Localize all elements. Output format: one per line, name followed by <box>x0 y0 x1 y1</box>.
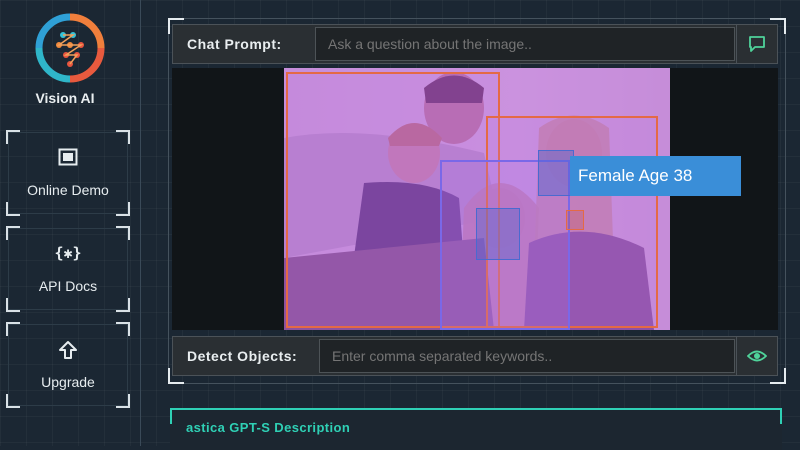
brand-name: Vision AI <box>35 90 95 106</box>
view-detections-button[interactable] <box>736 337 777 375</box>
send-chat-button[interactable] <box>736 25 777 63</box>
chat-prompt-label: Chat Prompt: <box>187 36 282 52</box>
chat-prompt-bar: Chat Prompt: <box>172 24 778 64</box>
analysis-image-area <box>172 68 778 330</box>
sidebar-item-label: API Docs <box>38 278 98 294</box>
face-box[interactable] <box>538 150 574 196</box>
face-box[interactable] <box>476 208 520 260</box>
vision-ai-logo <box>35 13 105 83</box>
sidebar-item-upgrade[interactable]: Upgrade <box>6 322 130 408</box>
code-braces-icon: {✱} <box>54 244 82 262</box>
chat-prompt-input[interactable] <box>315 27 735 61</box>
detection-box-small[interactable] <box>566 210 584 230</box>
detect-objects-bar: Detect Objects: <box>172 336 778 376</box>
image-frame-icon <box>8 148 128 171</box>
detection-label-tooltip: Female Age 38 <box>570 156 741 196</box>
sidebar-item-api-docs[interactable]: {✱} API Docs <box>6 226 130 312</box>
description-title: astica GPT-S Description <box>186 420 351 435</box>
sidebar: Vision AI Online Demo {✱} API Docs Upgra… <box>0 0 141 446</box>
description-card: astica GPT-S Description <box>170 408 782 450</box>
chat-bubble-icon <box>749 36 765 52</box>
eye-icon <box>747 350 767 362</box>
sidebar-item-label: Online Demo <box>27 182 109 198</box>
sidebar-item-online-demo[interactable]: Online Demo <box>6 130 130 216</box>
sidebar-item-label: Upgrade <box>41 374 95 390</box>
detect-objects-input[interactable] <box>319 339 735 373</box>
detect-objects-label: Detect Objects: <box>187 348 298 364</box>
arrow-up-icon <box>8 340 128 365</box>
